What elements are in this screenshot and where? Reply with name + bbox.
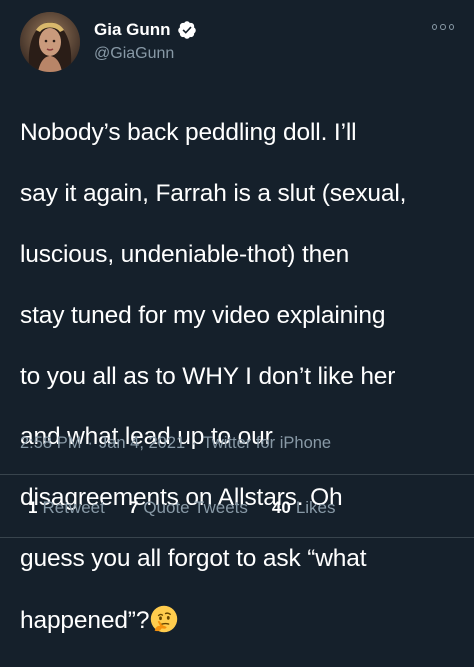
tweet-header: Gia Gunn @GiaGunn bbox=[20, 12, 454, 76]
quote-tweets-count: 7 bbox=[128, 498, 139, 517]
likes-count: 40 bbox=[271, 498, 291, 517]
retweets-count: 1 bbox=[28, 498, 38, 517]
retweets-label: Retweet bbox=[42, 498, 105, 517]
likes-label: Likes bbox=[295, 498, 336, 517]
more-dot bbox=[432, 24, 438, 30]
tweet-line: guess you all forgot to ask “what bbox=[20, 545, 367, 573]
tweet-line: say it again, Farrah is a slut (sexual, bbox=[20, 180, 407, 208]
tweet-time[interactable]: 2:58 PM bbox=[20, 432, 81, 454]
tweet-line: happened”? bbox=[20, 606, 150, 634]
tweet-line: to you all as to WHY I don’t like her bbox=[20, 362, 396, 390]
tweet-text: Nobody’s back peddling doll. I’ll say it… bbox=[20, 88, 465, 667]
tweet-line-last: happened”? bbox=[20, 605, 465, 636]
more-dot bbox=[448, 24, 454, 30]
display-name-row: Gia Gunn bbox=[94, 18, 197, 42]
tweet-meta: 2:58 PM · Jan 4, 2021 · Twitter for iPho… bbox=[20, 432, 331, 454]
tweet-line: Nobody’s back peddling doll. I’ll bbox=[20, 119, 357, 147]
avatar[interactable] bbox=[20, 12, 80, 72]
verified-badge-icon bbox=[177, 20, 197, 40]
tweet-source[interactable]: Twitter for iPhone bbox=[203, 432, 331, 454]
tweet-line: stay tuned for my video explaining bbox=[20, 301, 386, 329]
tweet-date[interactable]: Jan 4, 2021 bbox=[99, 432, 185, 454]
quote-tweets-label: Quote Tweets bbox=[143, 498, 248, 517]
meta-separator: · bbox=[191, 434, 197, 452]
likes-stat[interactable]: 40 Likes bbox=[272, 497, 336, 519]
tweet-line: luscious, undeniable-thot) then bbox=[20, 241, 350, 269]
user-handle[interactable]: @GiaGunn bbox=[94, 44, 197, 64]
more-options-icon[interactable] bbox=[432, 20, 454, 34]
quote-tweets-stat[interactable]: 7 Quote Tweets bbox=[129, 497, 248, 519]
profile-photo-icon bbox=[20, 12, 80, 72]
meta-separator: · bbox=[87, 434, 93, 452]
divider bbox=[0, 474, 474, 475]
more-dot bbox=[440, 24, 446, 30]
retweets-stat[interactable]: 1 Retweet bbox=[28, 497, 105, 519]
thinking-face-emoji-icon bbox=[150, 605, 178, 633]
display-name[interactable]: Gia Gunn bbox=[94, 20, 171, 40]
tweet-card: Gia Gunn @GiaGunn Nobody’s back peddling… bbox=[0, 0, 474, 634]
user-info: Gia Gunn @GiaGunn bbox=[94, 18, 197, 64]
tweet-stats: 1 Retweet 7 Quote Tweets 40 Likes bbox=[28, 497, 360, 519]
